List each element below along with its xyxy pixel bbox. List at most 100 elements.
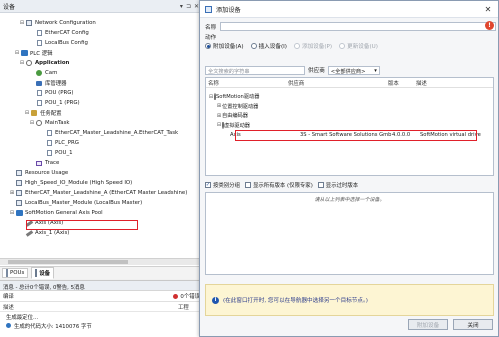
tree-item[interactable]: POU_1 (PRG) — [29, 98, 80, 108]
close-button[interactable]: 关闭 — [453, 319, 493, 330]
tree-item-label: High_Speed_IO_Module (High Speed IO) — [25, 180, 133, 186]
tree-item-label: POU_1 — [55, 150, 73, 156]
tree-item[interactable]: POU_1 — [39, 148, 73, 158]
tree-item[interactable]: 库管理器 — [29, 78, 67, 88]
options-checkboxes: ✓ 按类别分组 显示所有版本 (仅限专家) 显示过时版本 — [205, 181, 358, 189]
tree-item[interactable]: ⊞ EtherCAT_Master_Leadshine_A (EtherCAT M… — [9, 188, 187, 198]
tree-item[interactable]: Cam — [29, 68, 57, 78]
message-text: 生成最定位... — [6, 314, 39, 321]
checkbox[interactable] — [317, 182, 324, 188]
tree-item-label: Cam — [45, 70, 58, 76]
table-row[interactable]: ⊟ 虚拟驱动器 — [208, 121, 493, 130]
action-option: 添加设备(P) — [293, 42, 332, 50]
tree-item-label: PLC_PRG — [55, 140, 79, 146]
add-device-button[interactable]: 附加设备 — [408, 319, 448, 330]
name-input[interactable] — [220, 22, 497, 31]
tree-item[interactable]: PLC_PRG — [39, 138, 79, 148]
col-version[interactable]: 版本 — [388, 79, 416, 86]
action-radio-group: 附加设备(A) 插入设备(I) 添加设备(P) 更新设备(U) — [205, 42, 385, 50]
action-option-label: 插入设备(I) — [258, 44, 287, 50]
action-option[interactable]: 插入设备(I) — [250, 42, 287, 50]
tree-item[interactable]: EtherCAT_Master_Leadshine_A.EtherCAT_Tas… — [39, 128, 178, 138]
tip-banner: i (在此窗口打开时, 您可以在导航器中选择另一个目标节点。) — [205, 284, 494, 316]
square-icon — [15, 170, 23, 177]
tab-devices[interactable]: 设备 — [31, 267, 55, 279]
option-checkbox[interactable]: 显示过时版本 — [317, 181, 358, 189]
doc-icon — [35, 100, 43, 107]
action-option[interactable]: 附加设备(A) — [205, 42, 244, 50]
col-vendor[interactable]: 供应商 — [288, 79, 388, 86]
tree-item[interactable]: Trace — [29, 158, 59, 168]
tree-item[interactable]: LocalBus Config — [29, 38, 88, 48]
col-project[interactable]: 工程 — [178, 303, 200, 311]
device-icon — [35, 269, 38, 277]
tab-pous[interactable]: POUs — [2, 268, 29, 278]
library-icon — [35, 80, 43, 87]
search-input[interactable]: 全文搜索的字符串 — [205, 65, 305, 75]
tree-item[interactable]: ⊟ Network Configuration — [19, 18, 96, 28]
axis-icon — [25, 229, 33, 237]
tree-item-label: MainTask — [45, 120, 70, 126]
tree-item[interactable]: LocalBus_Master_Module (LocalBus Master) — [9, 198, 142, 208]
col-description[interactable]: 描述 — [3, 303, 178, 311]
col-description[interactable]: 描述 — [416, 79, 491, 86]
checkbox[interactable]: ✓ — [205, 182, 211, 188]
tree-item[interactable]: ⊟ SoftMotion General Axis Pool — [9, 208, 103, 218]
info-icon: i — [212, 296, 219, 304]
doc-icon — [35, 40, 43, 47]
error-icon: ! — [485, 21, 494, 30]
device-catalog-table: 名称 供应商 版本 描述 ⊟ SoftMotion驱动器 ⊞ 位置控制驱动器 ⊞ 自由编码… — [205, 77, 494, 176]
col-name[interactable]: 名称 — [208, 79, 288, 86]
table-row[interactable]: ⊟ SoftMotion驱动器 — [208, 92, 493, 101]
message-row[interactable]: 生成的代码大小: 1410076 字节 — [0, 321, 203, 330]
option-checkbox[interactable]: 显示所有版本 (仅限专家) — [244, 181, 313, 189]
error-icon — [173, 293, 179, 299]
info-hint: 请从以上列表中选择一个设备。 — [314, 197, 385, 203]
scrollbar-thumb[interactable] — [8, 260, 128, 264]
gear-icon — [35, 120, 43, 127]
tree-item[interactable]: ⊟ 任务配置 — [24, 108, 62, 118]
radio-button[interactable] — [250, 43, 257, 49]
message-row[interactable]: 生成最定位... — [0, 312, 203, 321]
horizontal-scrollbar[interactable] — [0, 258, 203, 265]
tree-item-label: SoftMotion General Axis Pool — [25, 210, 103, 216]
dropdown-icon[interactable]: ▾ — [180, 3, 183, 10]
devices-panel: 设备 ▾ ⊐ ✕ ⊟ Network Configuration EtherCAT … — [0, 0, 203, 279]
tree-item-label: POU_1 (PRG) — [45, 100, 80, 106]
tree-item[interactable]: Resource Usage — [9, 168, 68, 178]
tree-item[interactable]: POU (PRG) — [29, 88, 74, 98]
errors-label: 0个错误 — [180, 294, 200, 300]
tree-item-label: EtherCAT_Master_Leadshine_A (EtherCAT Ma… — [25, 190, 188, 196]
device-name: 位置控制驱动器 — [222, 103, 259, 110]
tree-item-label: Application — [35, 60, 70, 66]
tree-item[interactable]: ⊟ Application — [19, 58, 69, 68]
vendor-label: 供应商 — [308, 68, 325, 74]
tree-item-label: EtherCAT_Master_Leadshine_A.EtherCAT_Tas… — [55, 130, 179, 136]
table-row[interactable]: ⊞ 位置控制驱动器 — [208, 102, 493, 111]
close-icon[interactable]: ✕ — [483, 5, 493, 14]
action-label: 动作 — [205, 35, 217, 41]
checkbox[interactable] — [244, 182, 251, 188]
message-filter-select[interactable]: 编译 — [3, 292, 173, 300]
tree-item[interactable]: EtherCAT Config — [29, 28, 89, 38]
highlight-frame — [26, 220, 138, 230]
option-checkbox[interactable]: ✓ 按类别分组 — [205, 181, 240, 189]
pin-icon[interactable]: ⊐ — [186, 3, 191, 10]
add-device-dialog: 添加设备 ✕ 名称 ! 动作 附加设备(A) 插入设备(I) 添加设备(P) 更新设备… — [199, 0, 499, 337]
square-icon — [15, 190, 23, 197]
trace-icon — [35, 160, 43, 167]
errors-filter-button[interactable]: 0个错误 — [173, 292, 200, 300]
vendor-select[interactable]: <全部供应商> ▾ — [327, 65, 380, 75]
radio-button — [293, 43, 300, 49]
devices-panel-title-bar: 设备 ▾ ⊐ ✕ — [0, 0, 202, 13]
tree-item-label: 库管理器 — [45, 81, 67, 87]
network-icon — [25, 20, 33, 27]
tree-item[interactable]: ⊟ PLC 逻辑 — [14, 48, 53, 58]
message-text: 生成的代码大小: 1410076 字节 — [14, 323, 92, 330]
tree-item[interactable]: High_Speed_IO_Module (High Speed IO) — [9, 178, 132, 188]
action-option-label: 更新设备(U) — [347, 44, 378, 50]
tree-item[interactable]: ⊟ MainTask — [29, 118, 70, 128]
radio-button[interactable] — [205, 43, 211, 49]
checkbox-label: 按类别分组 — [213, 183, 240, 189]
table-row[interactable]: ⊞ 自由编码器 — [208, 111, 493, 120]
